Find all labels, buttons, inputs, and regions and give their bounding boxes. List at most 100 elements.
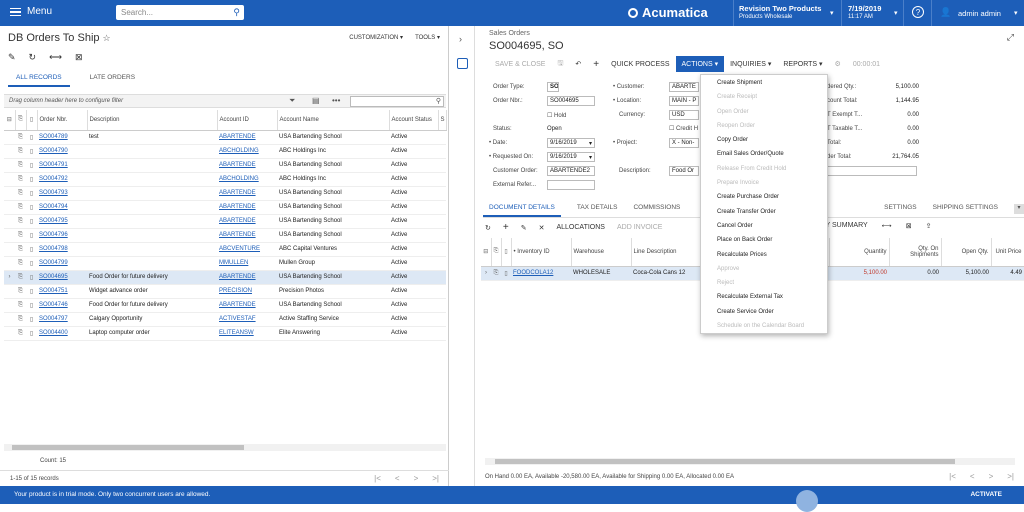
- prev-page-icon[interactable]: <: [970, 472, 975, 481]
- row-selector[interactable]: [4, 256, 15, 271]
- account-id-cell[interactable]: ABARTENDE: [217, 228, 277, 243]
- company-selector[interactable]: Revision Two Products Products Wholesale…: [733, 0, 841, 26]
- account-id-cell[interactable]: ABARTENDE: [217, 130, 277, 145]
- account-id-cell[interactable]: ABARTENDE: [217, 270, 277, 285]
- col-s[interactable]: S: [438, 110, 447, 131]
- order-nbr-cell[interactable]: SO004799: [37, 256, 87, 271]
- order-nbr-cell[interactable]: SO004796: [37, 228, 87, 243]
- save-icon[interactable]: 🖫: [551, 56, 569, 73]
- col-account-status[interactable]: Account Status: [389, 110, 439, 131]
- menu-item[interactable]: Create Purchase Order: [701, 191, 827, 205]
- account-id-cell[interactable]: ABCVENTURE: [217, 242, 277, 257]
- menu-item[interactable]: Create Service Order: [701, 306, 827, 320]
- warehouse-cell[interactable]: WHOLESALE: [571, 266, 631, 281]
- first-page-icon[interactable]: |<: [949, 472, 956, 481]
- row-selector[interactable]: [4, 130, 15, 145]
- table-row[interactable]: ⎘ ▯ SO004793 ABARTENDE USA Bartending School…: [4, 186, 446, 201]
- row-expand-icon[interactable]: ›: [481, 266, 491, 281]
- reports-button[interactable]: REPORTS ▾: [777, 57, 828, 71]
- order-nbr-cell[interactable]: SO004792: [37, 172, 87, 187]
- account-id-cell[interactable]: ELITEANSW: [217, 326, 277, 341]
- tab-commissions[interactable]: COMMISSIONS: [633, 204, 680, 217]
- panel-toggle-icon[interactable]: [457, 58, 468, 69]
- attachment-icon[interactable]: ⎘: [491, 266, 501, 281]
- col-open-qty[interactable]: Open Qty.: [941, 238, 992, 267]
- row-selector[interactable]: [4, 284, 15, 299]
- add-row-icon[interactable]: +: [503, 222, 509, 233]
- date-selector[interactable]: 7/19/2019 11:17 AM ▾: [841, 0, 903, 26]
- order-nbr-cell[interactable]: SO004795: [37, 214, 87, 229]
- save-close-button[interactable]: SAVE & CLOSE: [489, 58, 551, 71]
- col-account-id[interactable]: Account ID: [217, 110, 278, 131]
- account-id-cell[interactable]: ABARTENDE: [217, 214, 277, 229]
- order-nbr-cell[interactable]: SO004751: [37, 284, 87, 299]
- prev-page-icon[interactable]: <: [395, 474, 400, 483]
- row-selector[interactable]: [4, 158, 15, 173]
- menu-item[interactable]: Recalculate Prices: [701, 249, 827, 263]
- currency-field[interactable]: USD: [669, 110, 699, 120]
- add-invoice-button[interactable]: ADD INVOICE: [617, 224, 663, 231]
- row-selector[interactable]: [4, 186, 15, 201]
- account-id-cell[interactable]: MMULLEN: [217, 256, 277, 271]
- search-icon[interactable]: ⚲: [233, 7, 240, 18]
- hold-checkbox[interactable]: ☐ Hold: [547, 112, 566, 119]
- account-id-cell[interactable]: ABCHOLDING: [217, 172, 277, 187]
- delete-icon[interactable]: ✕: [539, 224, 545, 232]
- order-type-field[interactable]: SO: [547, 82, 559, 92]
- menu-item[interactable]: Copy Order: [701, 134, 827, 148]
- tab-tax-details[interactable]: TAX DETAILS: [577, 204, 618, 217]
- actions-button[interactable]: ACTIONS ▾: [675, 56, 725, 72]
- activate-button[interactable]: ACTIVATE: [970, 491, 1002, 498]
- account-id-cell[interactable]: ABARTENDE: [217, 200, 277, 215]
- tab-late-orders[interactable]: LATE ORDERS: [90, 74, 135, 87]
- add-icon[interactable]: +: [587, 56, 605, 73]
- col-inventory-id[interactable]: • Inventory ID: [511, 238, 572, 267]
- customer-order-field[interactable]: ABARTENDE2: [547, 166, 595, 176]
- breadcrumb[interactable]: Sales Orders: [489, 30, 530, 37]
- table-row[interactable]: ⎘ ▯ SO004799 MMULLEN Mullen Group Active: [4, 256, 446, 271]
- account-id-cell[interactable]: ABARTENDE: [217, 186, 277, 201]
- settings-icon[interactable]: ⚙: [829, 57, 847, 71]
- quantity-cell[interactable]: 5,100.00: [829, 266, 889, 281]
- order-nbr-cell[interactable]: SO004695: [37, 270, 87, 285]
- next-page-icon[interactable]: >: [414, 474, 419, 483]
- last-page-icon[interactable]: >|: [1007, 472, 1014, 481]
- order-nbr-cell[interactable]: SO004798: [37, 242, 87, 257]
- description-field[interactable]: Food Or: [669, 166, 699, 176]
- credit-hold-checkbox[interactable]: ☐ Credit H: [669, 125, 698, 132]
- table-row[interactable]: ⎘ ▯ SO004794 ABARTENDE USA Bartending School…: [4, 200, 446, 215]
- account-id-cell[interactable]: ABARTENDE: [217, 298, 277, 313]
- refresh-icon[interactable]: ↻: [29, 52, 37, 63]
- order-nbr-cell[interactable]: SO004797: [37, 312, 87, 327]
- row-selector[interactable]: [4, 214, 15, 229]
- table-row[interactable]: ⎘ ▯ SO004792 ABCHOLDING ABC Holdings Inc Acti…: [4, 172, 446, 187]
- fit-columns-icon[interactable]: ⟷: [49, 52, 62, 63]
- user-menu[interactable]: 👤 admin admin ▾: [931, 0, 1024, 26]
- more-icon[interactable]: •••: [332, 96, 340, 105]
- table-row[interactable]: ⎘ ▯ SO004795 ABARTENDE USA Bartending School…: [4, 214, 446, 229]
- row-selector[interactable]: [4, 172, 15, 187]
- col-order-nbr[interactable]: Order Nbr.: [37, 110, 88, 131]
- col-select[interactable]: ⊟: [481, 238, 492, 267]
- export-excel-icon[interactable]: ⊠: [906, 222, 912, 230]
- table-row[interactable]: ⎘ ▯ SO004796 ABARTENDE USA Bartending School…: [4, 228, 446, 243]
- edit-icon[interactable]: ✎: [8, 52, 16, 63]
- customization-menu[interactable]: CUSTOMIZATION ▾: [349, 34, 403, 41]
- expand-icon[interactable]: ⤢: [1007, 32, 1014, 43]
- account-id-cell[interactable]: ABARTENDE: [217, 158, 277, 173]
- row-selector[interactable]: ›: [4, 270, 15, 285]
- menu-item[interactable]: Create Transfer Order: [701, 206, 827, 220]
- inquiries-button[interactable]: INQUIRIES ▾: [724, 57, 777, 71]
- row-selector[interactable]: [4, 228, 15, 243]
- col-unit-price[interactable]: Unit Price: [991, 238, 1024, 267]
- tools-menu[interactable]: TOOLS ▾: [415, 34, 440, 41]
- col-description[interactable]: Description: [87, 110, 218, 131]
- location-field[interactable]: MAIN - P: [669, 96, 699, 106]
- table-row[interactable]: ⎘ ▯ SO004751 Widget advance order PRECISION P…: [4, 284, 446, 299]
- col-quantity[interactable]: Quantity: [829, 238, 890, 267]
- help-button[interactable]: ?: [903, 0, 931, 26]
- row-selector[interactable]: [4, 200, 15, 215]
- first-page-icon[interactable]: |<: [374, 474, 381, 483]
- order-nbr-cell[interactable]: SO004791: [37, 158, 87, 173]
- search-input[interactable]: Search... ⚲: [116, 5, 244, 20]
